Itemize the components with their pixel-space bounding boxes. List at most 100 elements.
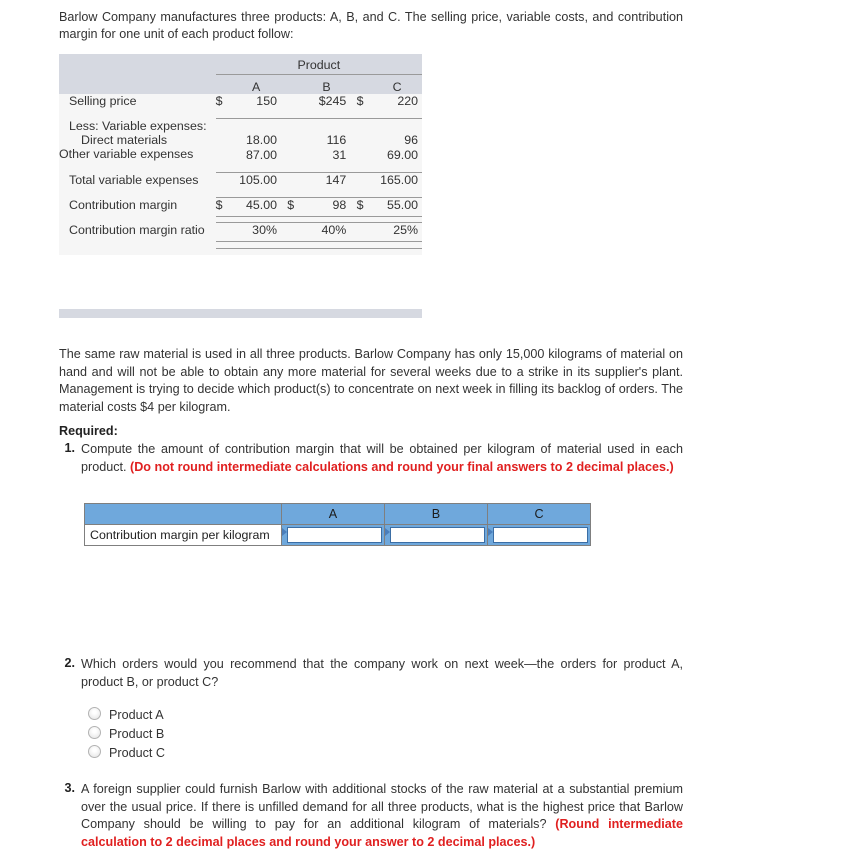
cell-c-value: 55.00 bbox=[386, 197, 418, 212]
row-label-total-variable-expenses: Total variable expenses bbox=[69, 172, 199, 187]
cell-a-value: 45.00 bbox=[245, 197, 277, 212]
question-1-number: 1. bbox=[64, 441, 75, 455]
cell-b-symbol: $ bbox=[287, 197, 295, 212]
cell-a-symbol bbox=[216, 172, 232, 187]
radio-label-product-a: Product A bbox=[109, 708, 164, 722]
row-label-direct-materials: Direct materials bbox=[81, 132, 168, 147]
cell-b-symbol bbox=[287, 94, 303, 108]
empty-cells bbox=[216, 119, 422, 133]
rule-line bbox=[215, 161, 422, 173]
cell-a-value: 105.00 bbox=[239, 172, 277, 187]
cell-b-symbol bbox=[287, 222, 303, 237]
rule-row bbox=[59, 108, 422, 119]
answer-cell-b[interactable] bbox=[384, 524, 488, 546]
answer-table-q1: A B C Contribution margin per kilogram bbox=[84, 503, 591, 546]
cell-c-symbol bbox=[357, 172, 373, 187]
answer-cell-c[interactable] bbox=[487, 524, 591, 546]
cell-a-symbol: $ bbox=[215, 94, 223, 108]
cell-c-symbol bbox=[357, 222, 373, 237]
col-b-symbol-spacer bbox=[287, 74, 303, 94]
rule-spacer bbox=[59, 187, 216, 198]
question-3-number: 3. bbox=[64, 781, 75, 795]
cell-a-symbol bbox=[216, 222, 232, 237]
cell-a-symbol bbox=[216, 147, 232, 162]
answer-column-header-a: A bbox=[281, 503, 385, 525]
rule-line bbox=[215, 108, 422, 119]
required-label: Required: bbox=[59, 424, 118, 438]
rule-spacer bbox=[59, 108, 216, 119]
question-1-instruction: (Do not round intermediate calculations … bbox=[130, 459, 674, 474]
cell-c-value: 69.00 bbox=[386, 147, 418, 162]
answer-table-row: Contribution margin per kilogram bbox=[84, 524, 591, 546]
cell-c-value: 25% bbox=[393, 222, 418, 237]
radio-label-product-c: Product C bbox=[109, 746, 165, 760]
cell-b-symbol bbox=[287, 172, 303, 187]
table-footer-band bbox=[59, 309, 422, 318]
rule-row bbox=[59, 161, 422, 173]
question-2-number: 2. bbox=[64, 656, 75, 670]
table-row: Direct materials 18.00 116 96 bbox=[59, 133, 422, 147]
row-label-selling-price: Selling price bbox=[69, 94, 137, 108]
column-header-b: B bbox=[322, 80, 331, 94]
cell-b-value: 147 bbox=[325, 172, 347, 187]
column-header-c: C bbox=[392, 80, 402, 94]
table-bottom-pad bbox=[59, 248, 422, 255]
cell-c-symbol bbox=[357, 147, 373, 162]
answer-table-corner bbox=[84, 503, 282, 525]
cell-a-value: 30% bbox=[252, 222, 277, 237]
cell-b-value: 116 bbox=[326, 132, 347, 147]
cell-c-value: 96 bbox=[404, 132, 418, 147]
col-a-symbol-spacer bbox=[216, 74, 232, 94]
answer-input-b[interactable] bbox=[390, 527, 485, 543]
cell-b-symbol bbox=[287, 133, 303, 147]
question-3-body: A foreign supplier could furnish Barlow … bbox=[81, 781, 683, 851]
cell-b-value: 31 bbox=[332, 147, 347, 162]
cell-a-value: 150 bbox=[256, 94, 277, 108]
cell-a-value: 87.00 bbox=[245, 147, 277, 162]
cell-c-value: 165.00 bbox=[380, 172, 418, 187]
answer-cell-a[interactable] bbox=[281, 524, 385, 546]
radio-option-product-c[interactable]: Product C bbox=[88, 745, 165, 763]
intro-paragraph: Barlow Company manufactures three produc… bbox=[59, 10, 683, 41]
worksheet-page: Barlow Company manufactures three produc… bbox=[0, 0, 862, 850]
cell-c-symbol: $ bbox=[356, 94, 364, 108]
answer-input-a[interactable] bbox=[287, 527, 382, 543]
group-header-product: Product bbox=[215, 54, 422, 75]
row-label-contribution-margin: Contribution margin bbox=[69, 197, 178, 212]
column-header-a: A bbox=[251, 80, 261, 94]
radio-option-product-b[interactable]: Product B bbox=[88, 726, 164, 744]
answer-table-header-row: A B C bbox=[84, 503, 591, 525]
radio-button-icon[interactable] bbox=[88, 726, 101, 739]
row-label-contribution-margin-ratio: Contribution margin ratio bbox=[69, 222, 205, 237]
radio-button-icon[interactable] bbox=[88, 707, 101, 720]
answer-input-c[interactable] bbox=[493, 527, 588, 543]
rule-line-4 bbox=[215, 241, 422, 249]
table-row: Selling price $ 150 $245 $ 220 bbox=[59, 94, 422, 108]
cell-a-symbol: $ bbox=[215, 197, 223, 212]
double-rule-row-4 bbox=[59, 241, 422, 249]
table-row: Total variable expenses 105.00 147 165.0… bbox=[59, 172, 422, 187]
bottom-pad bbox=[59, 248, 422, 255]
row-label-other-variable-expenses: Other variable expenses bbox=[59, 146, 194, 161]
column-header-spacer bbox=[59, 74, 216, 94]
answer-column-header-b: B bbox=[384, 503, 488, 525]
group-header-spacer bbox=[59, 54, 216, 74]
cell-c-value: 220 bbox=[397, 94, 418, 108]
row-label-less-variable-expenses: Less: Variable expenses: bbox=[69, 118, 207, 133]
cell-c-symbol: $ bbox=[356, 197, 364, 212]
cell-b-value: $245 bbox=[318, 94, 347, 108]
cell-a-symbol bbox=[216, 133, 232, 147]
cell-b-value: 98 bbox=[332, 197, 347, 212]
cell-b-value: 40% bbox=[321, 222, 347, 237]
rule-spacer bbox=[59, 241, 216, 248]
table-row: Less: Variable expenses: bbox=[59, 119, 422, 133]
table-row: Contribution margin $ 45.00 $ 98 $ 55.00 bbox=[59, 197, 422, 212]
answer-column-header-c: C bbox=[487, 503, 591, 525]
product-data-table: Product A B C Selling price $ 150 $245 $… bbox=[59, 54, 422, 255]
col-c-symbol-spacer bbox=[357, 74, 373, 94]
radio-button-icon[interactable] bbox=[88, 745, 101, 758]
table-row: Other variable expenses 87.00 31 69.00 bbox=[59, 147, 422, 162]
question-2-text: Which orders would you recommend that th… bbox=[81, 657, 683, 689]
table-column-header-row: A B C bbox=[59, 74, 422, 94]
radio-option-product-a[interactable]: Product A bbox=[88, 707, 164, 725]
